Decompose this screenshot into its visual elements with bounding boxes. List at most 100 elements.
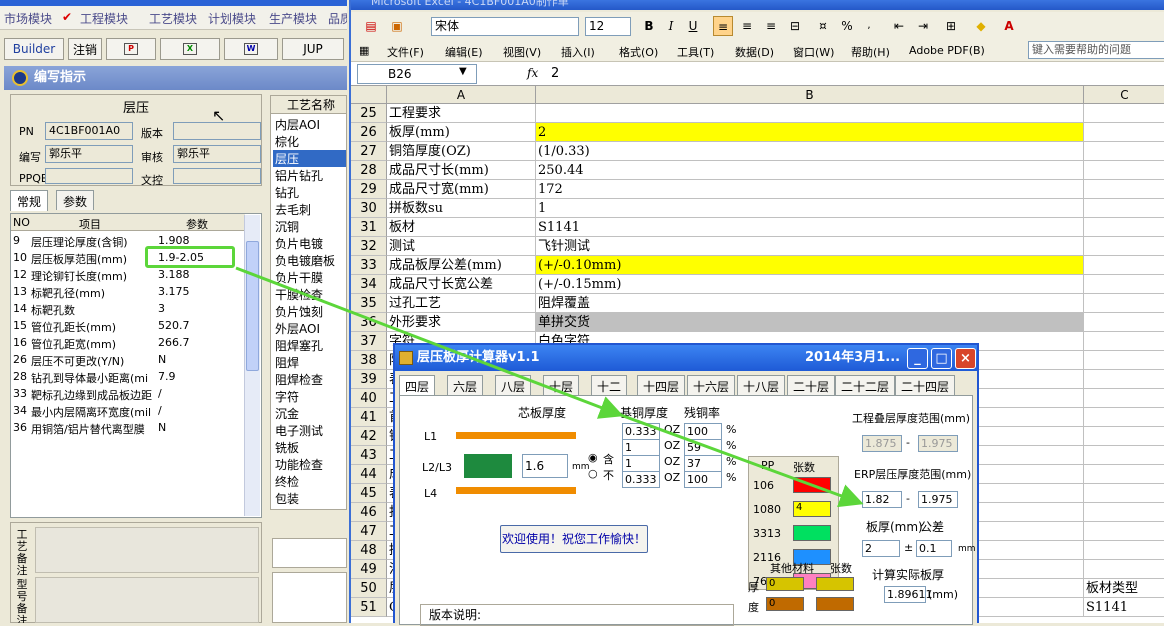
row-header[interactable]: 39 xyxy=(351,370,387,389)
align-left-icon[interactable]: ≡ xyxy=(713,16,733,36)
table-row[interactable]: 16 管位孔距宽(mm) 266.7 xyxy=(11,334,245,351)
row-header[interactable]: 40 xyxy=(351,389,387,408)
cell-b[interactable]: 2 xyxy=(536,123,1084,142)
cell-a[interactable]: 成品尺寸宽(mm) xyxy=(387,180,536,199)
tab-22-layer[interactable]: 二十二层 xyxy=(835,375,896,395)
doc-control-field[interactable] xyxy=(173,168,261,184)
italic-button[interactable]: I xyxy=(661,16,681,36)
row-header[interactable]: 32 xyxy=(351,237,387,256)
process-item[interactable]: 负片蚀刻 xyxy=(275,303,323,320)
stack-max-input[interactable]: 1.975 xyxy=(918,435,958,452)
pdf-convert-icon[interactable]: ▣ xyxy=(387,16,407,36)
process-item[interactable]: 内层AOI xyxy=(275,116,320,133)
cell-c[interactable] xyxy=(1084,465,1164,484)
row-header[interactable]: 37 xyxy=(351,332,387,351)
jup-button[interactable]: JUP xyxy=(282,38,344,60)
tab-general[interactable]: 常规 xyxy=(10,190,49,211)
row-header[interactable]: 48 xyxy=(351,541,387,560)
table-row[interactable]: 12 理论铆钉长度(mm) 3.188 xyxy=(11,266,245,283)
tab-params[interactable]: 参数 xyxy=(56,190,95,210)
pn-field[interactable]: 4C1BF001A0 xyxy=(45,122,133,140)
menu-plan[interactable]: 计划模块 xyxy=(208,10,256,27)
borders-icon[interactable]: ⊞ xyxy=(941,16,961,36)
table-row[interactable]: 13 标靶孔径(mm) 3.175 xyxy=(11,283,245,300)
indent-icon[interactable]: ⇥ xyxy=(913,16,933,36)
process-item[interactable]: 沉铜 xyxy=(275,218,299,235)
process-item[interactable]: 终检 xyxy=(275,473,299,490)
cell-a[interactable]: 成品尺寸长宽公差 xyxy=(387,275,536,294)
process-item[interactable]: 铝片钻孔 xyxy=(275,167,323,184)
welcome-button[interactable]: 欢迎使用！祝您工作愉快！ xyxy=(500,525,648,553)
process-item[interactable]: 阻焊检查 xyxy=(275,371,323,388)
residual-rate-input[interactable]: 100 xyxy=(684,423,722,440)
pp-count-input[interactable] xyxy=(793,477,831,493)
cell-c[interactable] xyxy=(1084,351,1164,370)
cell-c[interactable]: S1141 xyxy=(1084,598,1164,617)
residual-rate-input[interactable]: 100 xyxy=(684,471,722,488)
cell-c[interactable] xyxy=(1084,560,1164,579)
table-row[interactable]: 34 最小内层隔离环宽度(mil / xyxy=(11,402,245,419)
cell-b[interactable]: (+/-0.10mm) xyxy=(536,256,1084,275)
cell-c[interactable] xyxy=(1084,256,1164,275)
cell-a[interactable]: 拼板数su xyxy=(387,199,536,218)
cell-b[interactable]: 单拼交货 xyxy=(536,313,1084,332)
tab-12-layer[interactable]: 十二 xyxy=(591,375,628,395)
process-item[interactable]: 负片电镀 xyxy=(275,235,323,252)
column-header-b[interactable]: B xyxy=(536,86,1084,104)
row-header[interactable]: 29 xyxy=(351,180,387,199)
menu-format[interactable]: 格式(O) xyxy=(619,44,658,60)
row-header[interactable]: 36 xyxy=(351,313,387,332)
cell-a[interactable]: 板材 xyxy=(387,218,536,237)
maximize-button[interactable]: □ xyxy=(931,348,952,369)
process-item[interactable]: 钻孔 xyxy=(275,184,299,201)
table-row[interactable]: 33 靶标孔边缘到成品板边距 / xyxy=(11,385,245,402)
tab-10-layer[interactable]: 十层 xyxy=(543,375,580,395)
align-right-icon[interactable]: ≡ xyxy=(761,16,781,36)
menu-production[interactable]: 生产模块 xyxy=(269,10,317,27)
cell-a[interactable]: 外形要求 xyxy=(387,313,536,332)
outdent-icon[interactable]: ⇤ xyxy=(889,16,909,36)
tab-6-layer[interactable]: 六层 xyxy=(447,375,484,395)
cell-a[interactable]: 板厚(mm) xyxy=(387,123,536,142)
cell-c[interactable] xyxy=(1084,237,1164,256)
menu-help[interactable]: 帮助(H) xyxy=(851,44,890,60)
cell-b[interactable] xyxy=(536,104,1084,123)
word-export-button[interactable]: W xyxy=(224,38,278,60)
excel-menu-icon[interactable]: ▦ xyxy=(359,44,369,57)
row-header[interactable]: 42 xyxy=(351,427,387,446)
cell-a[interactable]: 成品尺寸长(mm) xyxy=(387,161,536,180)
close-button[interactable]: × xyxy=(955,348,976,369)
row-header[interactable]: 49 xyxy=(351,560,387,579)
cell-c[interactable] xyxy=(1084,313,1164,332)
pdf-export-button[interactable]: P xyxy=(106,38,156,60)
menu-window[interactable]: 窗口(W) xyxy=(793,44,834,60)
row-header[interactable]: 45 xyxy=(351,484,387,503)
merge-center-icon[interactable]: ⊟ xyxy=(785,16,805,36)
select-all-corner[interactable] xyxy=(351,86,387,104)
tab-14-layer[interactable]: 十四层 xyxy=(637,375,686,395)
row-header[interactable]: 34 xyxy=(351,275,387,294)
cell-c[interactable] xyxy=(1084,142,1164,161)
bold-button[interactable]: B xyxy=(639,16,659,36)
fill-color-icon[interactable]: ◆ xyxy=(971,16,991,36)
cell-c[interactable] xyxy=(1084,522,1164,541)
table-row[interactable]: 26 层压不可更改(Y/N) N xyxy=(11,351,245,368)
cell-b[interactable]: 172 xyxy=(536,180,1084,199)
process-item[interactable]: 去毛刺 xyxy=(275,201,311,218)
cell-c[interactable] xyxy=(1084,541,1164,560)
menu-process[interactable]: 工艺模块 xyxy=(149,10,197,27)
font-size-select[interactable]: 12 xyxy=(585,17,631,36)
row-header[interactable]: 31 xyxy=(351,218,387,237)
pp-count-input[interactable]: 4 xyxy=(793,501,831,517)
residual-rate-input[interactable]: 37 xyxy=(684,455,722,472)
dropdown-arrow-icon[interactable]: ▼ xyxy=(459,66,467,77)
cell-b[interactable]: S1141 xyxy=(536,218,1084,237)
tab-24-layer[interactable]: 二十四层 xyxy=(895,375,956,395)
logout-button[interactable]: 注销 xyxy=(68,38,102,60)
menu-view[interactable]: 视图(V) xyxy=(503,44,541,60)
tab-4-layer[interactable]: 四层 xyxy=(399,375,436,397)
other-count-1-input[interactable] xyxy=(816,577,854,591)
menu-adobe-pdf[interactable]: Adobe PDF(B) xyxy=(909,44,985,57)
other-material-1-input[interactable]: 0 xyxy=(766,577,804,591)
cell-a[interactable]: 成品板厚公差(mm) xyxy=(387,256,536,275)
